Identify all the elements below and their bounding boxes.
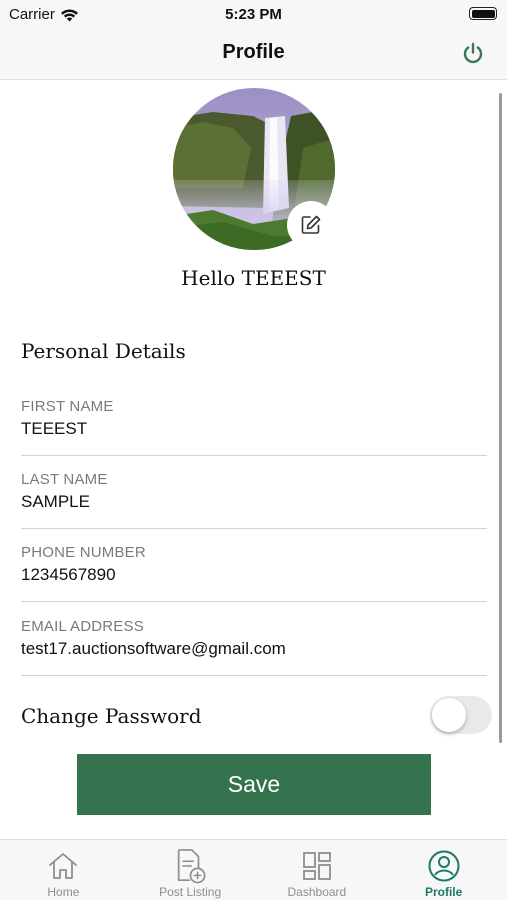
change-password-toggle[interactable] <box>430 696 492 734</box>
tab-label: Post Listing <box>159 885 222 899</box>
phone-number-field[interactable]: PHONE NUMBER <box>21 544 487 602</box>
change-password-label: Change Password <box>21 704 202 728</box>
profile-icon <box>427 849 461 883</box>
tab-label: Home <box>47 885 80 899</box>
tab-bar: Home Post Listing Dashboard Profile <box>0 839 507 900</box>
field-label: FIRST NAME <box>21 398 114 415</box>
page-title: Profile <box>222 41 285 63</box>
tab-profile[interactable]: Profile <box>380 840 507 900</box>
battery-level <box>471 9 495 18</box>
section-title-personal-details: Personal Details <box>21 339 186 363</box>
post-listing-icon <box>173 849 207 884</box>
first-name-input[interactable] <box>21 419 487 439</box>
tab-label: Dashboard <box>287 885 347 899</box>
logout-button[interactable] <box>461 41 485 65</box>
greeting: Hello TEEEST <box>181 266 326 290</box>
tab-dashboard[interactable]: Dashboard <box>254 840 381 900</box>
edit-avatar-button[interactable] <box>287 201 335 249</box>
status-time: 5:23 PM <box>225 6 282 23</box>
scrollbar[interactable] <box>499 93 502 743</box>
email-input[interactable] <box>21 639 487 659</box>
tab-label: Profile <box>424 885 463 899</box>
edit-icon <box>301 215 321 234</box>
dashboard-icon <box>300 849 334 883</box>
status-bar: Carrier 5:23 PM <box>0 0 507 28</box>
email-address-field[interactable]: EMAIL ADDRESS <box>21 618 487 676</box>
first-name-field[interactable]: FIRST NAME <box>21 398 487 456</box>
battery-icon <box>469 7 497 20</box>
phone-number-input[interactable] <box>21 565 487 585</box>
home-icon <box>46 849 80 883</box>
field-label: LAST NAME <box>21 471 108 488</box>
avatar-container <box>173 88 335 250</box>
nav-bar: Profile <box>0 28 507 80</box>
tab-post-listing[interactable]: Post Listing <box>127 840 254 900</box>
last-name-field[interactable]: LAST NAME <box>21 471 487 529</box>
tab-home[interactable]: Home <box>0 840 127 900</box>
power-icon <box>463 42 483 64</box>
toggle-knob <box>432 698 466 732</box>
field-label: EMAIL ADDRESS <box>21 618 144 635</box>
profile-content[interactable]: Hello TEEEST Personal Details FIRST NAME… <box>0 81 507 839</box>
save-button[interactable]: Save <box>77 754 431 815</box>
last-name-input[interactable] <box>21 492 487 512</box>
field-label: PHONE NUMBER <box>21 544 146 561</box>
